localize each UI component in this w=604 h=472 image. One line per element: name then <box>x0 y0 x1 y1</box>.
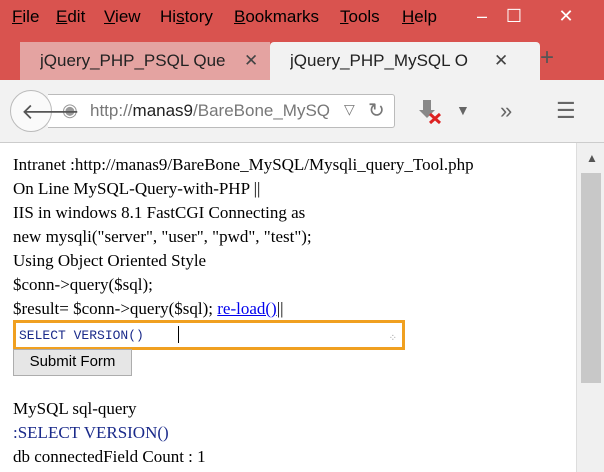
url-dropdown-icon[interactable]: ▽ <box>344 101 355 118</box>
tab-label: jQuery_PHP_MySQL O <box>290 51 468 70</box>
menu-view[interactable]: View <box>104 7 141 27</box>
download-blocked-icon[interactable] <box>416 98 442 130</box>
close-window-icon[interactable]: ✕ <box>556 6 576 26</box>
vertical-scrollbar[interactable]: ▲ <box>576 143 604 472</box>
info-line: $result= $conn->query($sql); re-load()|| <box>13 299 284 318</box>
tab-label: jQuery_PHP_PSQL Que <box>40 51 226 70</box>
maximize-icon[interactable]: ☐ <box>504 6 524 26</box>
info-text: Intranet :http://manas9/BareBone_MySQL/M… <box>13 153 474 321</box>
url-text[interactable]: http://manas9/BareBone_MySQ <box>90 101 338 121</box>
reload-icon[interactable]: ↻ <box>368 98 385 123</box>
menu-bar: File Edit View History Bookmarks Tools H… <box>0 0 604 36</box>
resize-grip-icon[interactable]: ⁘ <box>389 333 398 344</box>
page-content: Intranet :http://manas9/BareBone_MySQL/M… <box>0 143 576 472</box>
url-bar[interactable]: ◉ http://manas9/BareBone_MySQ ▽ ↻ <box>48 94 395 128</box>
info-line: Intranet :http://manas9/BareBone_MySQL/M… <box>13 155 474 174</box>
info-line: $conn->query($sql); <box>13 275 153 294</box>
query-results: MySQL sql-query :SELECT VERSION() db con… <box>13 397 206 469</box>
dropdown-arrow-icon[interactable]: ▼ <box>456 102 470 118</box>
tab-psql[interactable]: jQuery_PHP_PSQL Que ✕ <box>20 42 270 80</box>
menu-bookmarks[interactable]: Bookmarks <box>234 7 319 27</box>
menu-history[interactable]: History <box>160 7 213 27</box>
back-arrow-icon: 🡐 <box>21 99 80 124</box>
info-line: Using Object Oriented Style <box>13 251 207 270</box>
back-button[interactable]: 🡐 <box>10 90 80 132</box>
close-tab-icon[interactable]: ✕ <box>494 51 508 71</box>
scroll-up-icon[interactable]: ▲ <box>586 151 598 165</box>
hamburger-menu-icon[interactable]: ☰ <box>556 98 576 124</box>
field-count: db connectedField Count : 1 <box>13 447 206 466</box>
results-heading: MySQL sql-query <box>13 399 137 418</box>
reload-link[interactable]: re-load() <box>217 299 276 318</box>
menu-edit[interactable]: Edit <box>56 7 85 27</box>
menu-file[interactable]: File <box>12 7 39 27</box>
scrollbar-thumb[interactable] <box>581 173 601 383</box>
info-line: On Line MySQL-Query-with-PHP || <box>13 179 261 198</box>
overflow-chevron-icon[interactable]: » <box>500 98 512 124</box>
info-line: new mysqli("server", "user", "pwd", "tes… <box>13 227 312 246</box>
info-line: IIS in windows 8.1 FastCGI Connecting as <box>13 203 306 222</box>
tab-bar: jQuery_PHP_PSQL Que ✕ jQuery_PHP_MySQL O… <box>0 36 604 80</box>
minimize-icon[interactable]: – <box>472 6 492 26</box>
query-input-highlight: ⁘ <box>13 320 405 350</box>
text-cursor <box>178 326 179 343</box>
query-echo: :SELECT VERSION() <box>13 423 169 442</box>
browser-window: File Edit View History Bookmarks Tools H… <box>0 0 604 472</box>
close-tab-icon[interactable]: ✕ <box>244 51 258 71</box>
query-input[interactable] <box>19 324 379 346</box>
tab-mysql[interactable]: jQuery_PHP_MySQL O ✕ <box>270 42 540 80</box>
submit-form-button[interactable]: Submit Form <box>13 349 132 376</box>
menu-tools[interactable]: Tools <box>340 7 380 27</box>
new-tab-icon[interactable]: + <box>540 44 554 72</box>
menu-help[interactable]: Help <box>402 7 437 27</box>
navigation-bar: ◉ http://manas9/BareBone_MySQ ▽ ↻ 🡐 ▼ » … <box>0 80 604 143</box>
